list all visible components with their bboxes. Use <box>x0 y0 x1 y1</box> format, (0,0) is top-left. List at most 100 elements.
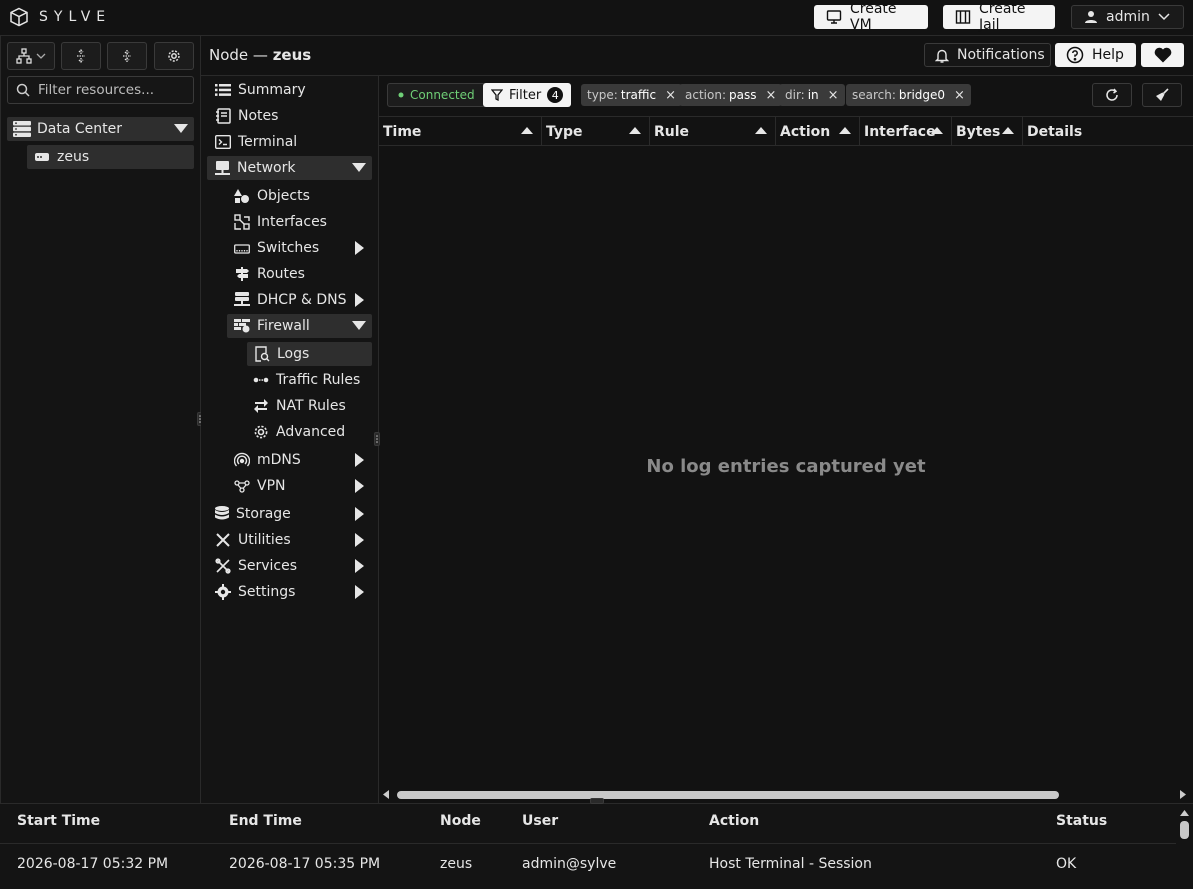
terminal-icon <box>215 135 231 149</box>
nav-network[interactable]: Network <box>207 156 372 180</box>
column-action[interactable]: Action <box>776 117 860 146</box>
filter-resources-field[interactable] <box>7 76 194 104</box>
nav-interfaces[interactable]: Interfaces <box>232 210 372 234</box>
broom-icon <box>1155 88 1169 102</box>
nav-dhcp-dns[interactable]: DHCP & DNS <box>232 288 372 312</box>
filter-chip-value: bridge0 <box>898 88 946 102</box>
vertical-scrollbar[interactable] <box>1177 804 1193 889</box>
scroll-left-icon[interactable] <box>383 790 389 799</box>
tasks-column-user[interactable]: User <box>522 813 558 829</box>
help-label: Help <box>1092 47 1124 63</box>
filter-chip-search[interactable]: search: bridge0 × <box>846 84 971 106</box>
nav-vpn[interactable]: VPN <box>232 474 372 498</box>
refresh-button[interactable] <box>1092 83 1132 107</box>
filter-chip-key: dir: <box>785 88 805 102</box>
tree-view-toggle[interactable] <box>7 42 55 70</box>
tasks-column-end-time[interactable]: End Time <box>229 813 302 829</box>
notifications-button[interactable]: Notifications <box>924 43 1051 67</box>
create-jail-button[interactable]: Create Jail <box>943 1 1055 33</box>
log-search-icon <box>254 346 270 362</box>
nav-storage[interactable]: Storage <box>212 502 372 526</box>
task-row-user: admin@sylve <box>522 856 617 872</box>
vertical-scroll-thumb[interactable] <box>1180 821 1189 839</box>
tree-settings-button[interactable] <box>154 42 194 70</box>
nav-firewall[interactable]: Firewall <box>227 314 372 338</box>
tree-item-node-zeus[interactable]: zeus <box>27 145 194 169</box>
nav-mdns[interactable]: mDNS <box>232 448 372 472</box>
nav-switches-label: Switches <box>257 240 320 256</box>
nav-objects[interactable]: Objects <box>232 184 372 208</box>
nav-nat-rules[interactable]: NAT Rules <box>253 394 372 418</box>
dots-flow-icon <box>253 376 269 384</box>
refresh-icon <box>1105 88 1119 102</box>
nav-switches[interactable]: Switches <box>232 236 372 260</box>
connection-status-label: Connected <box>410 88 475 102</box>
nav-traffic-rules[interactable]: Traffic Rules <box>253 368 372 392</box>
tasks-column-start-time[interactable]: Start Time <box>17 813 100 829</box>
clear-logs-button[interactable] <box>1142 83 1182 107</box>
page-title-prefix: Node — <box>209 46 268 64</box>
bottom-panel-resize-handle[interactable] <box>590 798 604 804</box>
column-time[interactable]: Time <box>379 117 542 146</box>
favorite-button[interactable] <box>1141 43 1184 67</box>
filter-button[interactable]: Filter 4 <box>483 83 572 107</box>
horizontal-scroll-thumb[interactable] <box>397 791 1059 799</box>
nav-panel-resize-handle[interactable] <box>374 432 380 446</box>
shapes-icon <box>234 188 250 204</box>
nav-services[interactable]: Services <box>212 554 372 578</box>
tree-item-datacenter[interactable]: Data Center <box>7 117 194 141</box>
funnel-icon <box>491 89 503 101</box>
nav-traffic-rules-label: Traffic Rules <box>276 372 361 388</box>
cube-logo-icon <box>9 7 29 27</box>
nav-advanced[interactable]: Advanced <box>253 420 372 444</box>
tasks-column-node[interactable]: Node <box>440 813 481 829</box>
filter-chip-value: traffic <box>620 88 657 102</box>
nav-terminal[interactable]: Terminal <box>212 130 372 154</box>
sort-up-icon <box>629 127 641 134</box>
column-action-label: Action <box>780 123 831 140</box>
user-menu-button[interactable]: admin <box>1071 5 1184 29</box>
nav-summary[interactable]: Summary <box>212 78 372 102</box>
close-icon[interactable]: × <box>828 88 839 103</box>
tasks-column-action[interactable]: Action <box>709 813 759 829</box>
column-interface[interactable]: Interface <box>860 117 952 146</box>
close-icon[interactable]: × <box>765 88 776 103</box>
help-button[interactable]: Help <box>1055 43 1136 67</box>
caret-down-icon <box>352 163 366 172</box>
filter-resources-input[interactable] <box>38 82 188 98</box>
create-vm-label: Create VM <box>850 1 897 33</box>
column-type[interactable]: Type <box>542 117 650 146</box>
tools-icon <box>215 532 231 548</box>
jail-icon <box>955 10 971 24</box>
scroll-right-icon[interactable] <box>1180 790 1186 799</box>
page-title: Node — zeus <box>209 46 311 64</box>
app-logo[interactable]: SYLVE <box>9 7 111 27</box>
expand-all-button[interactable] <box>61 42 101 70</box>
nav-nat-rules-label: NAT Rules <box>276 398 346 414</box>
filter-chip-type[interactable]: type: traffic × <box>581 84 682 106</box>
notes-icon <box>215 108 231 124</box>
column-rule[interactable]: Rule <box>650 117 776 146</box>
collapse-all-button[interactable] <box>107 42 147 70</box>
column-details[interactable]: Details <box>1023 117 1193 146</box>
list-icon <box>215 83 231 97</box>
create-vm-button[interactable]: Create VM <box>814 1 928 33</box>
connection-status-badge: Connected <box>387 83 486 107</box>
nav-settings[interactable]: Settings <box>212 580 372 604</box>
filter-chip-dir[interactable]: dir: in × <box>779 84 845 106</box>
gear-icon <box>215 584 231 600</box>
close-icon[interactable]: × <box>954 88 965 103</box>
nav-routes[interactable]: Routes <box>232 262 372 286</box>
nav-notes[interactable]: Notes <box>212 104 372 128</box>
nav-utilities[interactable]: Utilities <box>212 528 372 552</box>
sort-up-icon <box>931 127 943 134</box>
close-icon[interactable]: × <box>665 88 676 103</box>
nav-summary-label: Summary <box>238 82 306 98</box>
filter-chip-action[interactable]: action: pass × <box>679 84 783 106</box>
caret-right-icon <box>355 507 364 521</box>
column-bytes[interactable]: Bytes <box>952 117 1023 146</box>
scroll-up-icon[interactable] <box>1180 810 1189 816</box>
nav-firewall-logs[interactable]: Logs <box>247 342 372 366</box>
tasks-column-status[interactable]: Status <box>1056 813 1107 829</box>
filter-chip-key: action: <box>685 88 726 102</box>
